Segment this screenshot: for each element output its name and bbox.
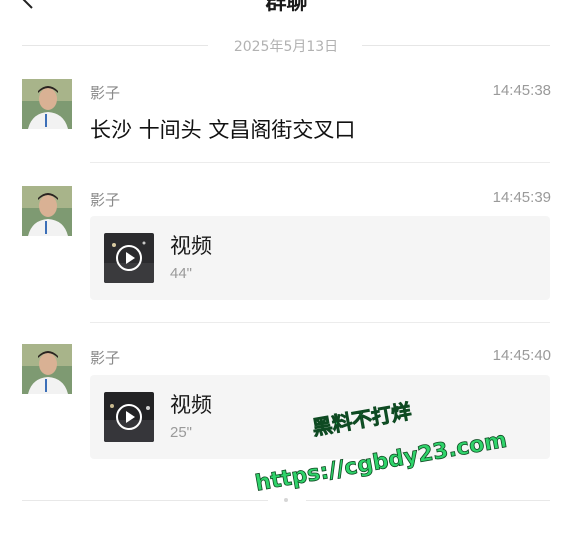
end-line-left: [22, 500, 268, 501]
end-dot: [284, 498, 288, 502]
sender-name: 影子: [90, 349, 121, 367]
video-duration: 25": [170, 424, 193, 441]
top-bar: 群聊: [0, 0, 573, 18]
video-message-card[interactable]: 视频 44": [90, 216, 550, 300]
message-time: 14:45:39: [492, 189, 551, 206]
end-line-right: [306, 500, 550, 501]
avatar[interactable]: [22, 344, 72, 394]
video-duration: 44": [170, 265, 193, 282]
sender-name: 影子: [90, 84, 121, 102]
avatar[interactable]: [22, 186, 72, 236]
video-thumbnail: [104, 233, 154, 283]
video-thumbnail: [104, 392, 154, 442]
avatar[interactable]: [22, 79, 72, 129]
video-label: 视频: [170, 234, 212, 258]
video-message-card[interactable]: 视频 25": [90, 375, 550, 459]
date-label: 2025年5月13日: [233, 39, 339, 55]
sender-name: 影子: [90, 191, 121, 209]
message-time: 14:45:38: [492, 82, 551, 99]
message-divider: [90, 162, 550, 163]
date-line-right: [362, 45, 550, 46]
date-separator: 2025年5月13日: [22, 30, 550, 60]
video-label: 视频: [170, 393, 212, 417]
message-text[interactable]: 长沙 十间头 文昌阁街交叉口: [90, 114, 355, 144]
message-divider: [90, 322, 550, 323]
end-of-list-marker: [22, 492, 550, 508]
message-time: 14:45:40: [492, 347, 551, 364]
chat-title: 群聊: [265, 0, 308, 14]
